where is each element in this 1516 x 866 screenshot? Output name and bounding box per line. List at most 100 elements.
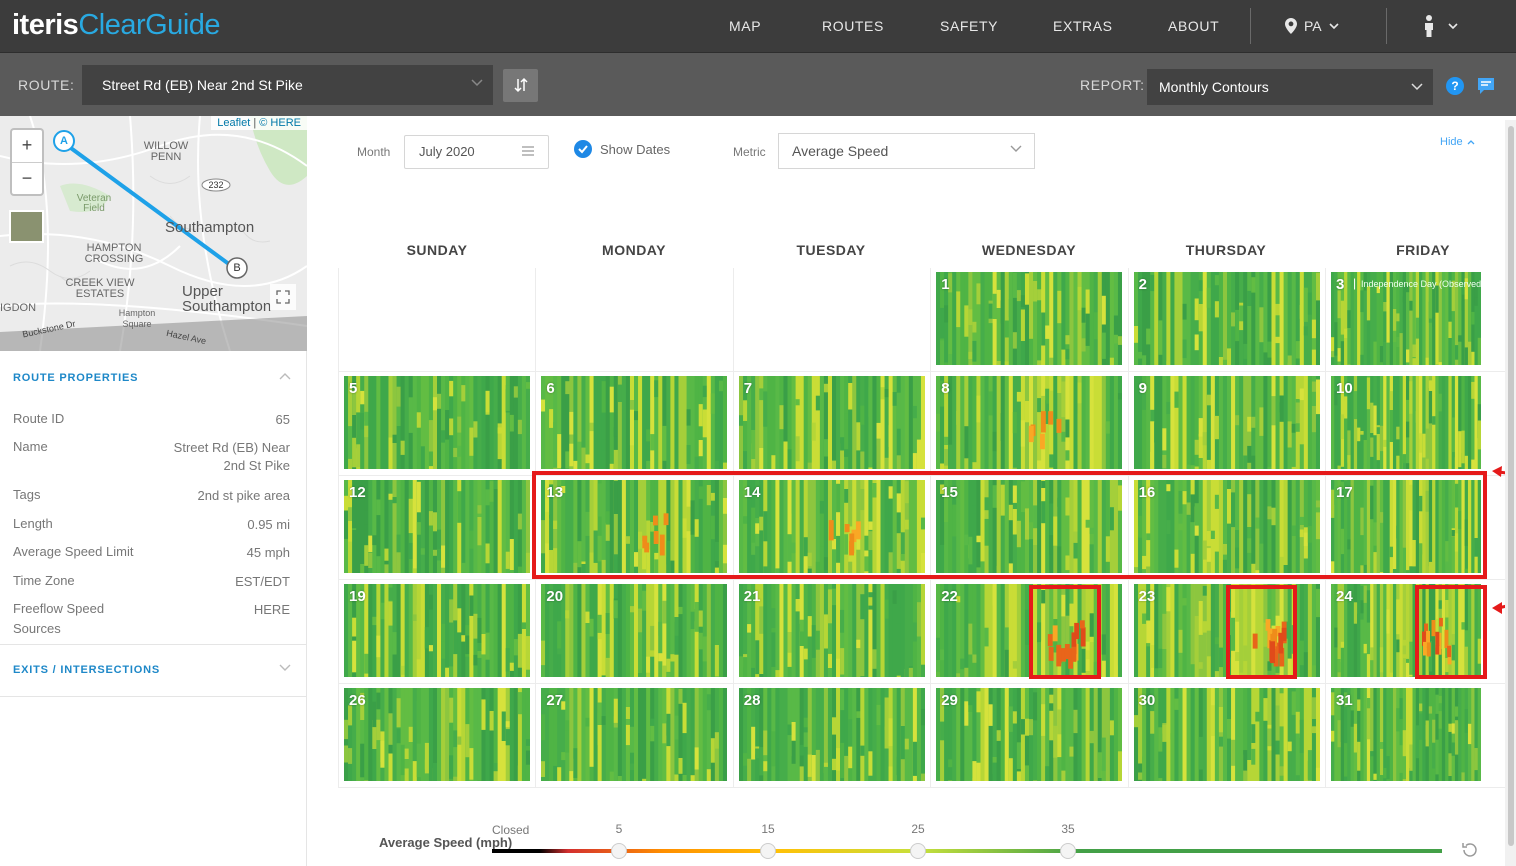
report-label: REPORT: — [1080, 77, 1145, 93]
legend-tick-label: 15 — [761, 822, 775, 836]
map-zoom-out-button[interactable]: − — [12, 162, 42, 194]
legend-slider-handle[interactable] — [1060, 843, 1076, 859]
calendar-day-number: 23 — [1138, 588, 1156, 605]
feedback-chat-icon[interactable] — [1477, 77, 1495, 95]
property-label-time-zone: Time Zone — [13, 573, 75, 588]
brand-logo-part1: iteris — [12, 9, 79, 41]
brand-logo[interactable]: iterisClearGuide — [12, 6, 221, 44]
brand-logo-part2: ClearGuide — [78, 9, 221, 41]
nav-divider — [1386, 8, 1387, 44]
nav-link-routes[interactable]: ROUTES — [822, 0, 884, 52]
main-scrollbar-thumb[interactable] — [1508, 126, 1514, 846]
reset-icon[interactable] — [1460, 840, 1480, 860]
calendar-day-tile[interactable]: 27 — [541, 688, 728, 781]
location-pin-icon — [1285, 18, 1297, 34]
holiday-label: Independence Day (Observed) — [1361, 279, 1481, 289]
property-value-freeflow-sources: HERE — [253, 602, 290, 617]
legend-slider-handle[interactable] — [611, 843, 627, 859]
calendar-day-tile[interactable]: 12 — [344, 480, 530, 573]
annotation-week-highlight — [532, 471, 1487, 579]
route-map[interactable]: A B 232 WILLOW PENN Veteran Field Southa… — [0, 116, 307, 351]
calendar-day-tile[interactable]: 2 — [1133, 272, 1320, 365]
calendar-day-tile[interactable]: 1 — [936, 272, 1123, 365]
help-icon[interactable]: ? — [1446, 77, 1464, 95]
metric-select[interactable]: Average Speed — [778, 133, 1035, 169]
attribution-leaflet-link[interactable]: Leaflet — [217, 117, 250, 129]
calendar-day-number: 1 — [941, 276, 950, 293]
section-divider — [0, 644, 307, 645]
calendar-day-number: 7 — [743, 380, 753, 397]
route-select[interactable]: Street Rd (EB) Near 2nd St Pike — [82, 65, 493, 105]
calendar-day-tile[interactable]: 29 — [936, 688, 1123, 781]
property-label-route-id: Route ID — [13, 411, 65, 426]
map-label: Veteran Field — [76, 193, 112, 214]
calendar-day-number: 29 — [941, 692, 958, 709]
speed-legend: Average Speed (mph) Closed 5 15 25 35 — [308, 806, 1516, 866]
map-layer-toggle-button[interactable] — [9, 210, 44, 243]
map-road-shield: 232 — [208, 180, 224, 190]
route-toolbar: ROUTE: Street Rd (EB) Near 2nd St Pike R… — [0, 52, 1516, 116]
nav-link-about[interactable]: ABOUT — [1168, 0, 1219, 52]
nav-link-safety[interactable]: SAFETY — [940, 0, 998, 52]
calendar-day-tile[interactable]: 26 — [344, 688, 530, 781]
legend-slider-handle[interactable] — [760, 843, 776, 859]
calendar-day-tile[interactable]: 3 | Independence Day (Observed) — [1331, 272, 1481, 365]
state-selector[interactable]: PA — [1285, 0, 1339, 52]
day-header-friday: FRIDAY — [1396, 242, 1450, 258]
property-value-name: Street Rd (EB) Near 2nd St Pike — [173, 440, 290, 473]
map-fullscreen-button[interactable] — [270, 284, 296, 310]
day-header-monday: MONDAY — [602, 242, 666, 258]
month-picker[interactable]: July 2020 — [404, 135, 549, 169]
attribution-here-link[interactable]: © HERE — [259, 117, 301, 129]
user-menu[interactable] — [1424, 14, 1458, 38]
calendar-day-number: 27 — [546, 692, 564, 709]
map-label: Southampton — [165, 219, 255, 236]
hide-controls-toggle[interactable]: Hide — [1440, 136, 1475, 148]
calendar-day-number: 24 — [1336, 588, 1353, 605]
chevron-up-icon — [279, 373, 291, 380]
calendar-day-tile[interactable]: 21 — [738, 584, 925, 677]
calendar-day-number: 30 — [1138, 692, 1156, 709]
property-value-speed-limit: 45 mph — [246, 545, 290, 560]
swap-arrows-icon — [513, 77, 528, 93]
exits-intersections-header[interactable]: EXITS / INTERSECTIONS — [0, 656, 307, 686]
calendar-day-tile[interactable]: 20 — [541, 584, 728, 677]
calendar-day-number: 19 — [349, 588, 366, 605]
top-navigation-bar: iterisClearGuide MAP ROUTES SAFETY EXTRA… — [0, 0, 1516, 52]
reverse-route-button[interactable] — [503, 69, 538, 102]
chevron-down-icon — [1010, 145, 1022, 152]
map-zoom-in-button[interactable]: + — [12, 130, 42, 162]
route-properties-header[interactable]: ROUTE PROPERTIES — [0, 364, 307, 394]
annotation-congestion-highlight — [1415, 585, 1487, 679]
menu-icon — [522, 146, 534, 156]
calendar-day-tile[interactable]: 19 — [344, 584, 530, 677]
calendar-day-tile[interactable]: 7 — [738, 376, 925, 469]
nav-link-extras[interactable]: EXTRAS — [1053, 0, 1113, 52]
calendar-day-tile[interactable]: 8 — [936, 376, 1123, 469]
calendar-day-tile[interactable]: 6 — [541, 376, 728, 469]
calendar-day-tile[interactable]: 9 — [1133, 376, 1320, 469]
legend-slider-handle[interactable] — [910, 843, 926, 859]
calendar-day-tile[interactable]: 31 — [1331, 688, 1481, 781]
calendar-day-tile[interactable]: 10 — [1331, 376, 1481, 469]
report-select[interactable]: Monthly Contours — [1147, 69, 1433, 105]
app-window: iterisClearGuide MAP ROUTES SAFETY EXTRA… — [0, 0, 1516, 866]
nav-link-map[interactable]: MAP — [729, 0, 761, 52]
map-label: IGDON — [0, 302, 37, 314]
expand-icon — [276, 290, 290, 304]
main-content: Month July 2020 Show Dates Metric Averag… — [308, 116, 1516, 866]
calendar-day-tile[interactable]: 30 — [1133, 688, 1320, 781]
calendar-day-number: 2 — [1138, 276, 1147, 293]
chevron-down-icon — [471, 79, 483, 87]
route-select-value: Street Rd (EB) Near 2nd St Pike — [102, 77, 303, 93]
calendar-day-tile[interactable]: 5 — [344, 376, 530, 469]
legend-tick-label: 35 — [1061, 822, 1075, 836]
calendar-day-number: 10 — [1336, 380, 1353, 397]
report-controls: Month July 2020 Show Dates Metric Averag… — [308, 116, 1516, 186]
show-dates-checkbox[interactable] — [574, 140, 592, 158]
route-label: ROUTE: — [18, 77, 75, 93]
calendar-day-tile[interactable]: 28 — [738, 688, 925, 781]
property-label-speed-limit: Average Speed Limit — [13, 544, 134, 559]
calendar-cell — [338, 268, 536, 372]
annotation-congestion-highlight — [1029, 585, 1101, 679]
